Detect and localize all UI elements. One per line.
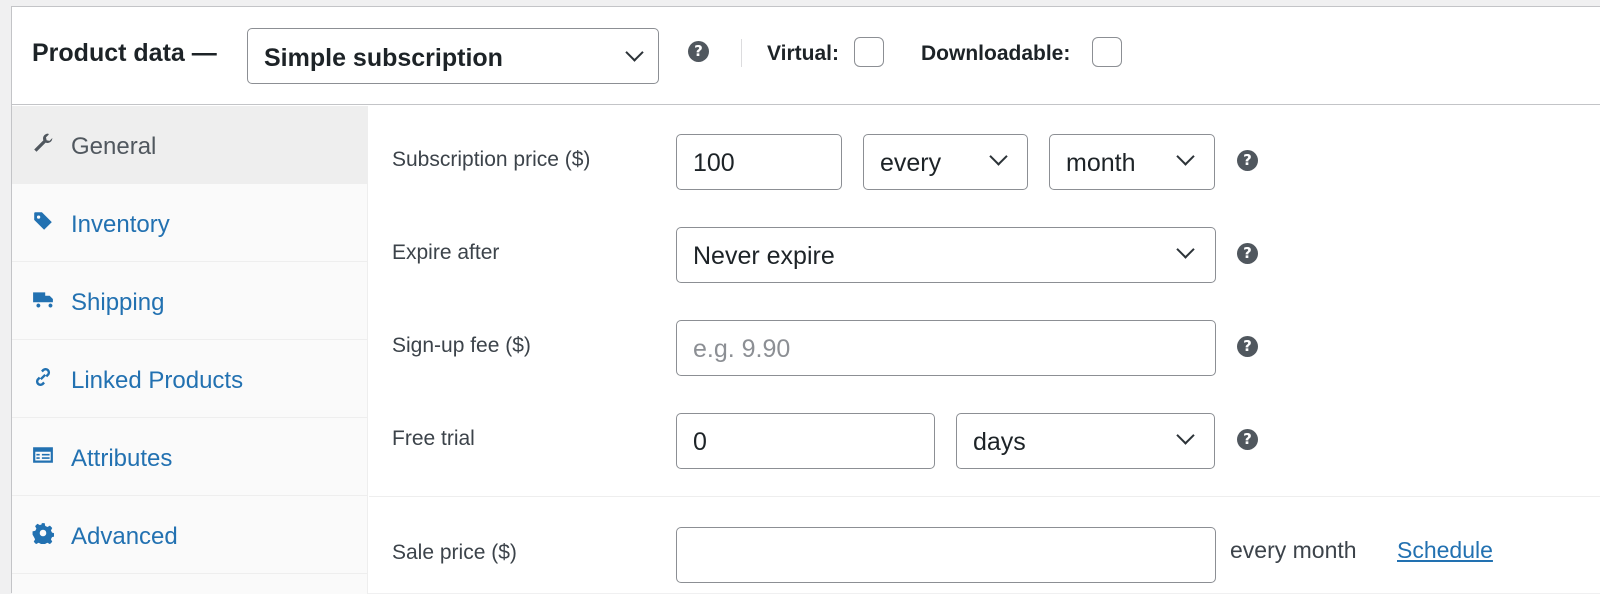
free-trial-value: 0 — [693, 428, 707, 456]
tab-attributes[interactable]: Attributes — [12, 418, 368, 496]
truck-icon — [33, 292, 53, 308]
free-trial-period-value: days — [973, 428, 1026, 456]
subscription-price-value: 100 — [693, 149, 735, 177]
link-icon — [36, 368, 50, 386]
downloadable-checkbox[interactable] — [1092, 37, 1122, 67]
sale-price-input[interactable] — [676, 527, 1216, 583]
help-icon[interactable]: ? — [1237, 243, 1258, 264]
tab-general[interactable]: General — [12, 106, 368, 184]
downloadable-label: Downloadable: — [921, 42, 1071, 65]
chevron-down-icon — [1176, 147, 1195, 166]
virtual-label: Virtual: — [767, 42, 839, 65]
tab-label: Linked Products — [71, 367, 244, 394]
schedule-link[interactable]: Schedule — [1397, 537, 1493, 564]
virtual-checkbox[interactable] — [854, 37, 884, 67]
chevron-down-icon — [625, 43, 644, 62]
expire-after-value: Never expire — [693, 242, 835, 270]
product-data-header: Product data — Simple subscription ? Vir… — [12, 7, 1600, 105]
tab-inventory[interactable]: Inventory — [12, 184, 368, 262]
subscription-price-label: Subscription price ($) — [392, 148, 591, 171]
tab-advanced[interactable]: Advanced — [12, 496, 368, 574]
help-icon[interactable]: ? — [688, 41, 709, 62]
tab-shipping[interactable]: Shipping — [12, 262, 368, 340]
signup-fee-input[interactable]: e.g. 9.90 — [676, 320, 1216, 376]
divider — [741, 39, 742, 67]
tag-icon — [34, 212, 52, 230]
free-trial-input[interactable]: 0 — [676, 413, 935, 469]
product-type-select[interactable]: Simple subscription — [247, 28, 659, 84]
help-icon[interactable]: ? — [1237, 429, 1258, 450]
tab-label: Inventory — [71, 211, 170, 238]
wrench-icon — [34, 133, 53, 152]
tab-label: General — [71, 133, 157, 160]
billing-period-value: month — [1066, 149, 1136, 177]
chevron-down-icon — [1176, 240, 1195, 259]
product-type-value: Simple subscription — [264, 44, 503, 72]
tab-label: Attributes — [71, 445, 173, 472]
subscription-price-input[interactable]: 100 — [676, 134, 842, 190]
chevron-down-icon — [989, 147, 1008, 166]
signup-fee-label: Sign-up fee ($) — [392, 334, 531, 357]
help-icon[interactable]: ? — [1237, 150, 1258, 171]
signup-fee-placeholder: e.g. 9.90 — [693, 335, 791, 363]
expire-after-label: Expire after — [392, 241, 500, 264]
sale-price-label: Sale price ($) — [392, 541, 517, 564]
product-data-tabs: General Inventory Shipping Linked Produc… — [12, 106, 368, 594]
billing-period-select[interactable]: month — [1049, 134, 1215, 190]
list-icon — [33, 447, 53, 463]
panel-title: Product data — — [32, 39, 217, 67]
help-icon[interactable]: ? — [1237, 336, 1258, 357]
tab-label: Shipping — [71, 289, 165, 316]
expire-after-select[interactable]: Never expire — [676, 227, 1216, 283]
billing-interval-value: every — [880, 149, 942, 177]
tab-label: Advanced — [71, 523, 178, 550]
section-divider — [369, 496, 1600, 497]
gear-icon — [32, 523, 54, 544]
sale-price-period-text: every month — [1230, 537, 1357, 563]
tab-linked-products[interactable]: Linked Products — [12, 340, 368, 418]
billing-interval-select[interactable]: every — [863, 134, 1028, 190]
free-trial-label: Free trial — [392, 427, 475, 450]
free-trial-period-select[interactable]: days — [956, 413, 1215, 469]
chevron-down-icon — [1176, 426, 1195, 445]
product-data-panel: Product data — Simple subscription ? Vir… — [11, 6, 1600, 594]
